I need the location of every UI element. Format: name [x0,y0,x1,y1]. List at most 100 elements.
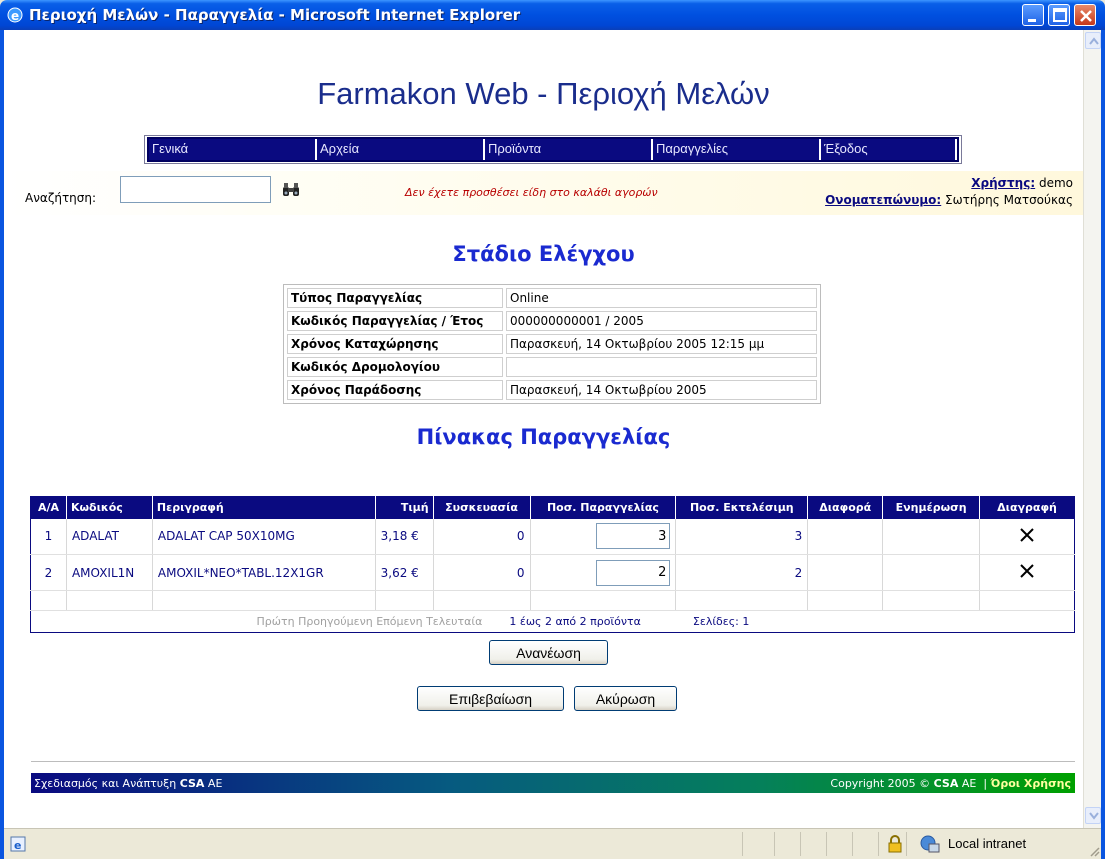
main-menu-bar: Γενικά Αρχεία Προϊόντα Παραγγελίες Έξοδο… [147,137,959,162]
column-header-code: Κωδικός [66,496,153,519]
pager-first: Πρώτη [256,615,295,628]
info-label: Κωδικός Δρομολογίου [287,357,503,377]
cell-package: 0 [433,518,531,555]
scroll-down-button[interactable] [1085,807,1101,824]
delete-icon[interactable] [1019,563,1035,579]
info-value [506,357,817,377]
minimize-button[interactable] [1022,4,1044,26]
empty-cart-message: Δεν έχετε προσθέσει είδη στο καλάθι αγορ… [405,186,658,199]
cell-delete [979,518,1075,555]
menu-item-products[interactable]: Προϊόντα [485,139,653,160]
fullname-info: Ονοματεπώνυμο: Σωτήρης Ματσούκας [825,193,1073,207]
empty-cell [30,590,67,611]
empty-cell [66,590,153,611]
resize-grip-icon[interactable] [1088,845,1100,857]
column-header-package: Συσκευασία [433,496,531,519]
terms-link[interactable]: Όροι Χρήσης [991,777,1071,790]
cell-executable-qty: 2 [675,554,809,591]
footer-divider [31,761,1075,762]
order-table-header: Α/Α Κωδικός Περιγραφή Τιμή Συσκευασία Πο… [30,496,1075,519]
maximize-button[interactable] [1048,4,1070,26]
refresh-button[interactable]: Ανανέωση [489,640,608,665]
user-label[interactable]: Χρήστης: [971,176,1035,190]
empty-cell [882,590,981,611]
footer-credits-prefix: Σχεδιασμός και Ανάπτυξη [34,777,180,790]
empty-cell [152,590,376,611]
lock-icon [888,835,902,853]
order-table-title: Πίνακας Παραγγελίας [416,425,671,449]
menu-item-orders[interactable]: Παραγγελίες [653,139,821,160]
security-zone-label: Local intranet [948,836,1027,851]
column-header-aa: Α/Α [30,496,67,519]
empty-cell [375,590,434,611]
copyright-prefix: Copyright 2005 © [830,777,934,790]
empty-cell [979,590,1075,611]
cancel-button[interactable]: Ακύρωση [574,686,677,711]
cell-price: 3,62 € [375,554,434,591]
chevron-down-icon [1089,812,1099,820]
cell-executable-qty: 3 [675,518,809,555]
order-qty-input[interactable] [596,523,671,550]
empty-cell [675,590,809,611]
order-info-table: Τύπος Παραγγελίας Online Κωδικός Παραγγε… [283,284,821,404]
empty-cell [807,590,884,611]
confirm-button[interactable]: Επιβεβαίωση [417,686,564,711]
check-stage-title: Στάδιο Ελέγχου [452,242,635,266]
fullname-label[interactable]: Ονοματεπώνυμο: [825,193,941,207]
binoculars-search-icon[interactable] [281,182,301,198]
close-button[interactable] [1074,4,1096,26]
pager-range: 1 έως 2 από 2 προϊόντα [509,615,641,628]
table-row: 2 AMOXIL1N AMOXIL*NEO*TABL.12X1GR 3,62 €… [30,554,1075,591]
cell-delete [979,554,1075,591]
intranet-zone-icon [920,835,940,853]
info-label: Χρόνος Παράδοσης [287,380,503,400]
pager-last: Τελευταία [426,615,483,628]
menu-item-exit[interactable]: Έξοδος [821,139,957,160]
cell-code: ADALAT [66,518,153,555]
footer-credits-brand: CSA [179,777,205,790]
delete-icon[interactable] [1019,527,1035,543]
chevron-up-icon [1089,37,1099,45]
copyright-brand: CSA [933,777,959,790]
user-info: Χρήστης: demo [971,176,1073,190]
pager: Πρώτη Προηγούμενη Επόμενη Τελευταία 1 έω… [31,611,1075,633]
vertical-scrollbar[interactable] [1083,30,1101,828]
cell-difference [807,554,884,591]
site-title: Farmakon Web - Περιοχή Μελών [317,76,770,111]
cell-update [882,518,981,555]
cell-update [882,554,981,591]
scroll-up-button[interactable] [1085,32,1101,49]
cell-package: 0 [433,554,531,591]
footer: Σχεδιασμός και Ανάπτυξη CSA AE Copyright… [31,773,1075,793]
column-header-difference: Διαφορά [807,496,884,519]
status-bar: e Local intranet [4,828,1101,859]
page-viewport: Farmakon Web - Περιοχή Μελών Γενικά Αρχε… [4,30,1083,828]
cell-price: 3,18 € [375,518,434,555]
info-label: Χρόνος Καταχώρησης [287,334,503,354]
column-header-order-qty: Ποσ. Παραγγελίας [530,496,677,519]
info-row: Χρόνος Παράδοσης Παρασκευή, 14 Οκτωβρίου… [287,380,817,400]
cell-difference [807,518,884,555]
cell-description: AMOXIL*NEO*TABL.12X1GR [152,554,376,591]
cell-order-qty [530,518,677,555]
cell-aa: 2 [30,554,67,591]
copyright-suffix: AE [958,777,977,790]
table-row: 1 ADALAT ADALAT CAP 50X10MG 3,18 € 0 3 [30,518,1075,555]
column-header-update: Ενημέρωση [882,496,981,519]
cell-aa: 1 [30,518,67,555]
page-icon: e [10,836,26,852]
info-value: 000000000001 / 2005 [506,311,817,331]
footer-credits-suffix: AE [204,777,223,790]
info-value: Παρασκευή, 14 Οκτωβρίου 2005 [506,380,817,400]
footer-copyright: Copyright 2005 © CSA AE | Όροι Χρήσης [830,777,1071,790]
info-row: Χρόνος Καταχώρησης Παρασκευή, 14 Οκτωβρί… [287,334,817,354]
search-input[interactable] [120,176,271,203]
menu-item-files[interactable]: Αρχεία [317,139,485,160]
menu-item-general[interactable]: Γενικά [149,139,317,160]
pager-row: Πρώτη Προηγούμενη Επόμενη Τελευταία 1 έω… [31,611,1075,633]
info-label: Τύπος Παραγγελίας [287,288,503,308]
info-label: Κωδικός Παραγγελίας / Έτος [287,311,503,331]
table-row-empty [30,590,1075,611]
column-header-executable-qty: Ποσ. Εκτελέσιμη [675,496,809,519]
order-qty-input[interactable] [596,559,671,586]
